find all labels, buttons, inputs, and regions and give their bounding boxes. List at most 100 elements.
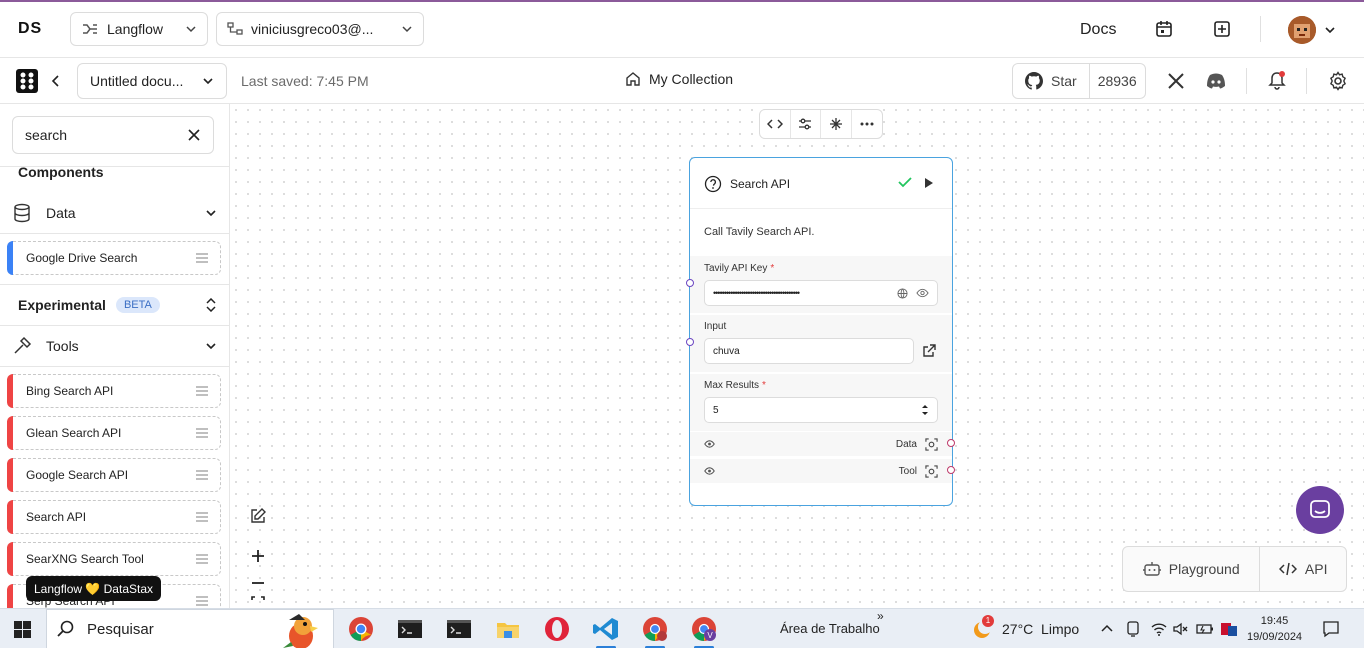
taskbar-search-input[interactable]: Pesquisar bbox=[46, 609, 334, 648]
playground-button[interactable]: Playground bbox=[1123, 547, 1261, 591]
category-color-stripe bbox=[7, 416, 13, 450]
component-google-drive-search[interactable]: Google Drive Search bbox=[7, 241, 221, 275]
run-play-icon[interactable] bbox=[924, 177, 934, 189]
component-glean-search-api[interactable]: Glean Search API bbox=[7, 416, 221, 450]
component-google-search-api[interactable]: Google Search API bbox=[7, 458, 221, 492]
chrome-icon[interactable] bbox=[347, 615, 375, 643]
file-explorer-icon[interactable] bbox=[494, 615, 522, 643]
eye-icon[interactable] bbox=[704, 467, 715, 475]
eye-icon[interactable] bbox=[704, 440, 715, 448]
weather-text[interactable]: 27°C Limpo bbox=[1002, 621, 1079, 637]
inspect-output-icon[interactable] bbox=[925, 437, 938, 451]
desktop-toolbar-label[interactable]: Área de Trabalho bbox=[780, 621, 880, 636]
top-navbar: DS Langflow viniciusgreco03@... Docs bbox=[0, 0, 1364, 58]
calendar-icon[interactable] bbox=[1155, 20, 1173, 38]
last-saved-status: Last saved: 7:45 PM bbox=[241, 73, 369, 89]
advanced-settings-button[interactable] bbox=[791, 110, 821, 138]
divider bbox=[1260, 16, 1261, 42]
chevron-up-icon[interactable] bbox=[1101, 623, 1113, 633]
drag-handle-icon[interactable] bbox=[196, 470, 208, 480]
windows-taskbar: Pesquisar V Área de Trabalho » 1 27°C Li… bbox=[0, 608, 1364, 648]
github-star-button[interactable]: Star 28936 bbox=[1012, 63, 1146, 99]
chevron-down-icon[interactable] bbox=[1324, 24, 1336, 36]
component-search-api[interactable]: Search API bbox=[7, 500, 221, 534]
search-api-node[interactable]: Search API Call Tavily Search API. Tavil… bbox=[689, 157, 953, 506]
max-results-stepper[interactable]: 5 bbox=[704, 397, 938, 423]
org-selector[interactable]: viniciusgreco03@... bbox=[216, 12, 424, 46]
drag-handle-icon[interactable] bbox=[196, 428, 208, 438]
terminal-icon[interactable] bbox=[396, 615, 424, 643]
langflow-logo-icon[interactable] bbox=[16, 69, 38, 93]
category-data[interactable]: Data bbox=[0, 193, 229, 233]
input-field[interactable]: chuva bbox=[704, 338, 914, 364]
component-label: Search API bbox=[26, 510, 87, 524]
chat-support-button[interactable] bbox=[1296, 486, 1344, 534]
toolbar-overflow-chevrons[interactable]: » bbox=[877, 609, 884, 623]
system-clock[interactable]: 19:45 19/09/2024 bbox=[1247, 613, 1302, 645]
output-handle-data[interactable] bbox=[947, 439, 955, 447]
zoom-out-icon[interactable] bbox=[244, 569, 272, 597]
output-handle-tool[interactable] bbox=[947, 466, 955, 474]
docs-link[interactable]: Docs bbox=[1080, 21, 1116, 39]
drag-handle-icon[interactable] bbox=[196, 554, 208, 564]
back-icon[interactable] bbox=[50, 74, 62, 88]
eye-icon[interactable] bbox=[916, 288, 929, 298]
api-button[interactable]: API bbox=[1260, 547, 1346, 591]
stepper-arrows-icon[interactable] bbox=[921, 403, 929, 417]
datastax-logo[interactable]: DS bbox=[18, 20, 42, 38]
x-twitter-icon[interactable] bbox=[1167, 72, 1185, 90]
drag-handle-icon[interactable] bbox=[196, 386, 208, 396]
terminal-icon[interactable] bbox=[445, 615, 473, 643]
drag-handle-icon[interactable] bbox=[196, 596, 208, 606]
category-tools[interactable]: Tools bbox=[0, 326, 229, 366]
new-project-icon[interactable] bbox=[1213, 20, 1231, 38]
collection-breadcrumb[interactable]: My Collection bbox=[625, 71, 733, 87]
inspect-output-icon[interactable] bbox=[925, 464, 938, 478]
external-link-icon[interactable] bbox=[922, 344, 936, 358]
input-handle-api-key[interactable] bbox=[686, 279, 694, 287]
svg-text:V: V bbox=[707, 631, 713, 640]
more-options-button[interactable] bbox=[852, 110, 882, 138]
project-selector[interactable]: Langflow bbox=[70, 12, 208, 46]
api-key-input[interactable]: •••••••••••••••••••••••••••••••••••••••• bbox=[704, 280, 938, 306]
meet-now-icon[interactable] bbox=[1126, 621, 1140, 637]
chevron-down-icon bbox=[205, 207, 217, 219]
playground-label: Playground bbox=[1168, 561, 1240, 577]
components-heading: Components bbox=[18, 164, 104, 180]
code-icon bbox=[1278, 562, 1297, 576]
langflow-datastax-badge[interactable]: Langflow 💛 DataStax bbox=[26, 576, 162, 601]
battery-icon[interactable] bbox=[1196, 622, 1214, 636]
notifications-icon[interactable] bbox=[1322, 620, 1340, 638]
settings-gear-icon[interactable] bbox=[1328, 71, 1348, 91]
vscode-icon[interactable] bbox=[592, 615, 620, 648]
fit-view-icon[interactable] bbox=[244, 596, 272, 608]
wifi-icon[interactable] bbox=[1151, 621, 1167, 637]
discord-icon[interactable] bbox=[1206, 73, 1226, 89]
drag-handle-icon[interactable] bbox=[196, 512, 208, 522]
notifications-bell-icon[interactable] bbox=[1268, 71, 1286, 91]
chevrons-up-down-icon bbox=[205, 298, 217, 312]
opera-icon[interactable] bbox=[543, 615, 571, 643]
globe-icon[interactable] bbox=[897, 287, 908, 299]
chrome-profile-icon[interactable]: V bbox=[690, 615, 718, 648]
windows-start-icon[interactable] bbox=[14, 621, 31, 638]
drag-handle-icon[interactable] bbox=[196, 253, 208, 263]
document-selector[interactable]: Untitled docu... bbox=[77, 63, 227, 99]
component-label: Google Search API bbox=[26, 468, 129, 482]
code-button[interactable] bbox=[760, 110, 791, 138]
component-searxng-search-tool[interactable]: SearXNG Search Tool bbox=[7, 542, 221, 576]
user-avatar[interactable] bbox=[1288, 16, 1316, 44]
freeze-button[interactable] bbox=[821, 110, 852, 138]
node-description: Call Tavily Search API. bbox=[704, 226, 815, 238]
component-search-input[interactable]: search bbox=[12, 116, 214, 154]
chrome-profile-icon[interactable] bbox=[641, 615, 669, 648]
clear-search-icon[interactable] bbox=[187, 128, 201, 142]
input-handle-input[interactable] bbox=[686, 338, 694, 346]
add-note-icon[interactable] bbox=[244, 502, 272, 530]
component-bing-search-api[interactable]: Bing Search API bbox=[7, 374, 221, 408]
language-icon[interactable] bbox=[1220, 620, 1238, 638]
zoom-in-icon[interactable] bbox=[244, 542, 272, 570]
speaker-muted-icon[interactable] bbox=[1172, 621, 1188, 637]
category-experimental[interactable]: Experimental BETA bbox=[0, 285, 229, 325]
org-selector-label: viniciusgreco03@... bbox=[251, 21, 374, 37]
